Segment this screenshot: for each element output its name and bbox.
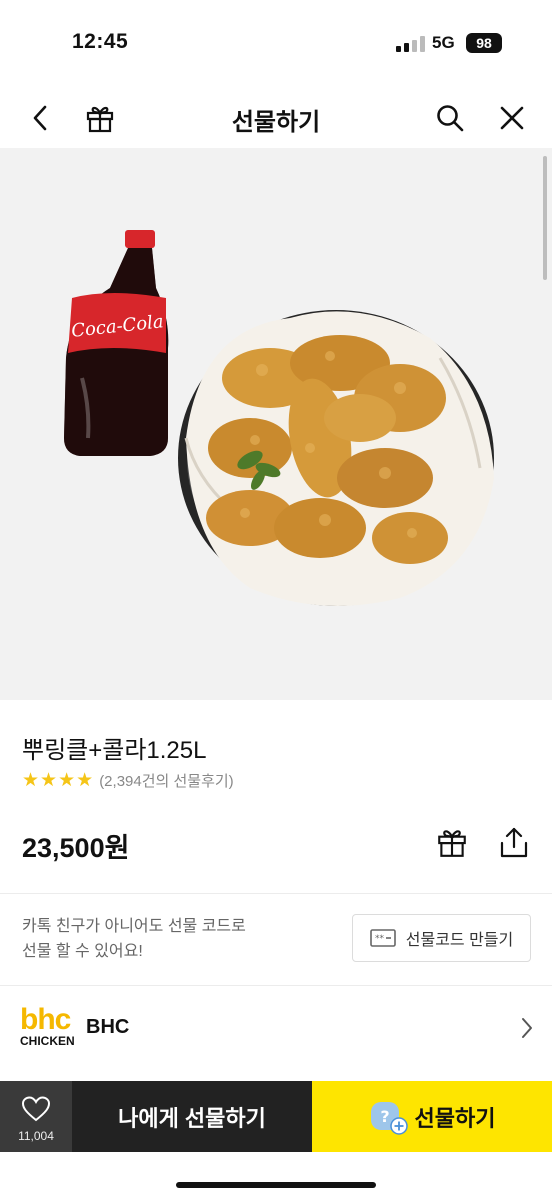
rating-stars: ★ ★ ★ ★ (22, 769, 94, 791)
home-indicator[interactable] (176, 1182, 376, 1188)
heart-icon (21, 1096, 51, 1122)
chevron-right-icon (520, 1016, 534, 1045)
product-image[interactable]: Coca-Cola (0, 148, 552, 700)
svg-text:?: ? (380, 1107, 389, 1126)
review-count[interactable]: (2,394건의 선물후기) (99, 770, 234, 791)
send-gift-label: 선물하기 (414, 1105, 496, 1131)
create-gift-code-label: 선물코드 만들기 (405, 932, 514, 949)
signal-icon (396, 36, 426, 52)
scroll-indicator[interactable] (543, 156, 547, 280)
star-icon: ★ (40, 769, 58, 791)
gift-code-info-line2: 선물 할 수 있어요! (22, 943, 143, 960)
star-icon: ★ (22, 769, 40, 791)
star-icon: ★ (58, 769, 76, 791)
network-label: 5G (432, 33, 455, 52)
gift-icon (438, 830, 466, 857)
send-gift-button[interactable]: ? 선물하기 (312, 1081, 552, 1152)
battery-level: 98 (466, 33, 502, 53)
brand-logo: bhc CHICKEN (20, 1003, 76, 1050)
share-icon (500, 827, 528, 858)
brand-logo-text: bhc (20, 1003, 71, 1036)
brand-logo-subtext: CHICKEN (20, 1034, 75, 1048)
self-gift-button[interactable]: 나에게 선물하기 (72, 1081, 312, 1152)
product-illustration: Coca-Cola (64, 230, 494, 606)
gift-friend-icon: ? (369, 1100, 408, 1135)
product-price: 23,500원 (22, 833, 130, 863)
search-icon (437, 105, 464, 132)
cola-bottle-image: Coca-Cola (64, 230, 169, 456)
gift-code-info: 카톡 친구가 아니어도 선물 코드로 선물 할 수 있어요! (22, 914, 246, 964)
wish-count: 11,004 (18, 1129, 54, 1143)
status-time: 12:45 (72, 30, 129, 53)
status-bar: 12:45 5G 98 (0, 0, 552, 88)
divider (0, 893, 552, 894)
wish-button[interactable]: 11,004 (0, 1081, 72, 1152)
product-name: 뿌링클+콜라1.25L (22, 737, 207, 764)
chicken-basket-image (178, 310, 494, 606)
bottom-action-bar: 11,004 나에게 선물하기 ? 선물하기 (0, 1081, 552, 1152)
brand-row[interactable]: bhc CHICKEN BHC (0, 986, 552, 1070)
share-button[interactable] (494, 822, 534, 862)
gift-code-info-line1: 카톡 친구가 아니어도 선물 코드로 (22, 918, 246, 935)
svg-text:**: ** (375, 934, 385, 944)
self-gift-label: 나에게 선물하기 (118, 1105, 266, 1131)
close-icon (500, 106, 524, 130)
rating-row[interactable]: ★ ★ ★ ★ (2,394건의 선물후기) (22, 770, 234, 791)
create-gift-code-button[interactable]: ** 선물코드 만들기 (352, 914, 531, 962)
close-button[interactable] (492, 98, 532, 138)
nav-bar: 선물하기 (0, 88, 552, 148)
ticket-icon: ** (369, 929, 396, 947)
star-icon: ★ (76, 769, 94, 791)
search-button[interactable] (430, 98, 470, 138)
wishlist-gift-button[interactable] (432, 822, 472, 862)
brand-name: BHC (86, 1016, 130, 1038)
